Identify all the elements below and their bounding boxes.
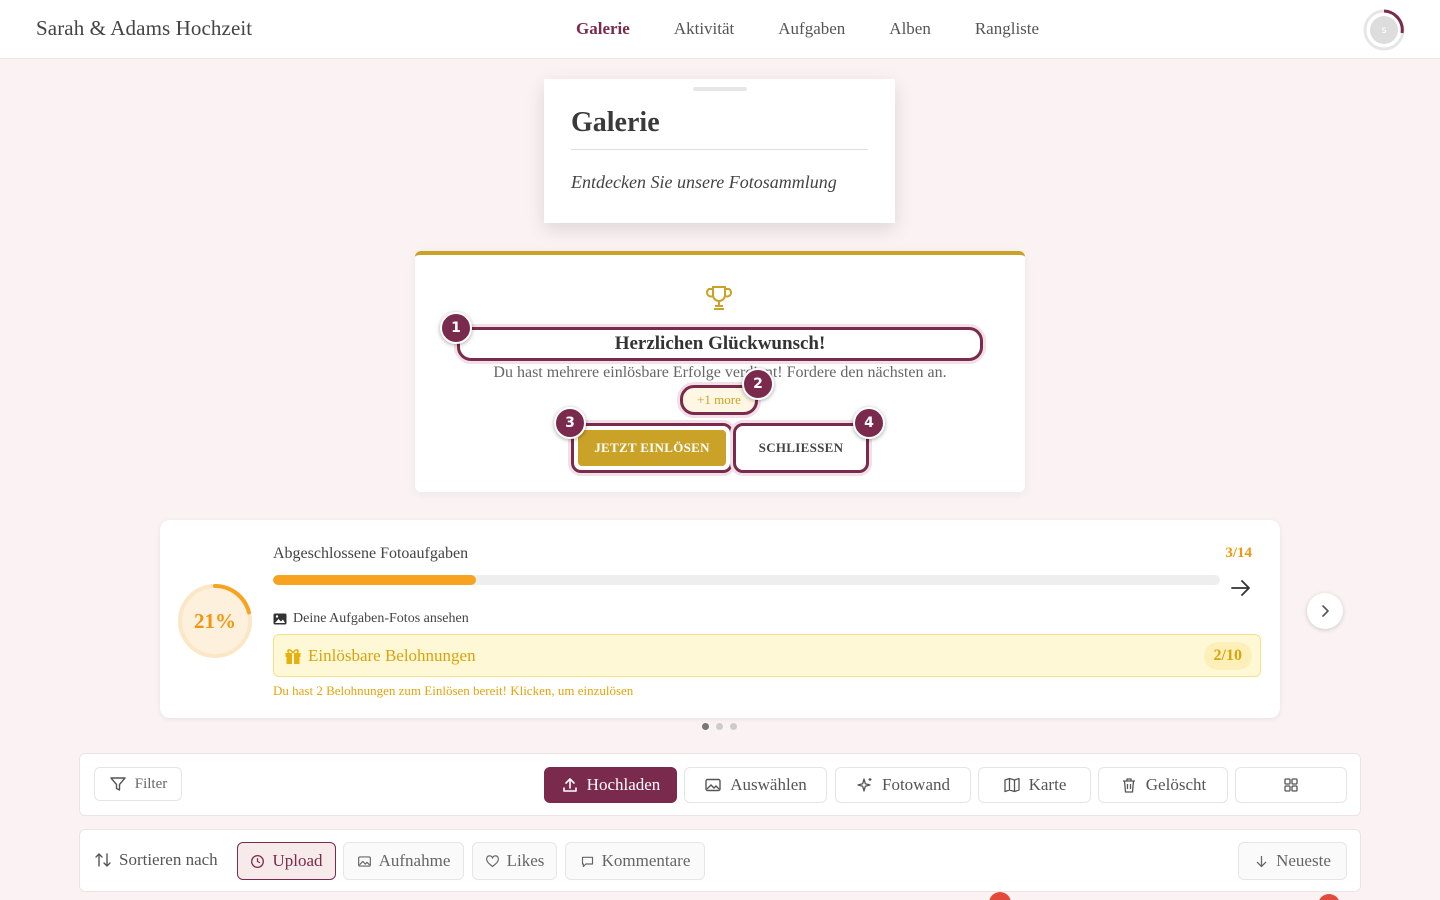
sort-capture-label: Aufnahme — [378, 851, 451, 870]
map-icon — [1003, 777, 1020, 793]
image-icon — [273, 613, 287, 625]
page-title: Galerie — [571, 107, 660, 138]
filter-label: Filter — [134, 775, 168, 792]
trophy-icon — [706, 286, 732, 310]
redeemable-rewards-box[interactable]: Einlösbare Belohnungen 2/10 — [273, 634, 1261, 677]
arrow-right-icon[interactable] — [1229, 576, 1253, 600]
carousel-dot-1[interactable] — [702, 723, 709, 730]
image-icon — [357, 855, 371, 867]
progress-count: 3/14 — [1225, 545, 1252, 561]
heart-icon — [485, 854, 499, 867]
upload-button[interactable]: Hochladen — [544, 767, 677, 803]
annotation-marker-2: 2 — [742, 368, 774, 400]
map-button[interactable]: Karte — [978, 767, 1091, 803]
image-icon — [705, 778, 721, 792]
congratulations-card: Herzlichen Glückwunsch! Du hast mehrere … — [415, 251, 1025, 492]
user-avatar-button[interactable]: s — [1362, 8, 1406, 52]
gift-icon — [285, 649, 301, 664]
annotation-marker-1: 1 — [440, 312, 472, 344]
nav-item-rangliste[interactable]: Rangliste — [975, 19, 1039, 39]
sort-order-button[interactable]: Neueste — [1238, 842, 1347, 880]
rewards-note[interactable]: Du hast 2 Belohnungen zum Einlösen berei… — [273, 683, 633, 699]
nav-item-aufgaben[interactable]: Aufgaben — [778, 19, 845, 39]
brand-title[interactable]: Sarah & Adams Hochzeit — [36, 16, 252, 41]
progress-bar — [273, 575, 1220, 585]
nav-links: Galerie Aktivität Aufgaben Alben Ranglis… — [576, 19, 1039, 39]
congratulations-text: Du hast mehrere einlösbare Erfolge verdi… — [493, 364, 947, 381]
sort-order-label: Neueste — [1276, 851, 1331, 870]
photowall-button[interactable]: Fotowand — [835, 767, 971, 803]
sort-label: Sortieren nach — [94, 850, 218, 870]
annotation-marker-3: 3 — [554, 407, 586, 439]
notification-dot — [989, 892, 1011, 900]
filter-button[interactable]: Filter — [94, 767, 182, 801]
progress-label: Abgeschlossene Fotoaufgaben — [273, 545, 469, 562]
nav-item-aktivitaet[interactable]: Aktivität — [674, 19, 734, 39]
page-subtitle: Entdecken Sie unsere Fotosammlung — [571, 172, 837, 192]
sort-label-text: Sortieren nach — [119, 850, 218, 869]
progress-bar-fill — [273, 575, 476, 585]
sort-bar: Sortieren nach Upload Aufnahme Likes Kom… — [79, 829, 1361, 892]
sort-upload-button[interactable]: Upload — [237, 842, 336, 880]
rewards-count-badge: 2/10 — [1203, 642, 1252, 670]
gallery-toolbar: Filter Hochladen Auswählen Fotowand Kart… — [79, 753, 1361, 816]
sort-capture-button[interactable]: Aufnahme — [343, 842, 464, 880]
select-label: Auswählen — [730, 775, 807, 794]
redeem-now-button[interactable]: JETZT EINLÖSEN — [571, 423, 733, 473]
card-tab-decoration — [693, 87, 747, 91]
filter-icon — [110, 777, 126, 791]
top-nav: Sarah & Adams Hochzeit Galerie Aktivität… — [0, 0, 1440, 59]
arrow-down-icon — [1256, 855, 1267, 867]
photowall-label: Fotowand — [882, 775, 950, 794]
upload-label: Hochladen — [586, 775, 661, 794]
sparkles-icon — [857, 778, 872, 792]
grid-icon — [1284, 778, 1298, 792]
map-label: Karte — [1028, 775, 1067, 794]
task-photos-link-label: Deine Aufgaben-Fotos ansehen — [293, 611, 469, 626]
redeem-now-label: JETZT EINLÖSEN — [578, 430, 726, 466]
carousel-dot-2[interactable] — [716, 723, 723, 730]
sort-comments-button[interactable]: Kommentare — [565, 842, 705, 880]
progress-percent: 21% — [194, 608, 236, 633]
sort-likes-button[interactable]: Likes — [472, 842, 557, 880]
notification-dot — [1318, 894, 1340, 900]
sort-comments-label: Kommentare — [601, 851, 691, 870]
clock-icon — [251, 854, 265, 868]
chevron-right-icon — [1322, 605, 1329, 617]
carousel-next-button[interactable] — [1307, 593, 1343, 629]
annotation-marker-4: 4 — [853, 407, 885, 439]
congratulations-title: Herzlichen Glückwunsch! — [457, 327, 983, 361]
gallery-header-card: Galerie Entdecken Sie unsere Fotosammlun… — [544, 79, 895, 223]
comment-icon — [581, 856, 593, 867]
divider — [571, 149, 868, 150]
rewards-label: Einlösbare Belohnungen — [308, 646, 476, 665]
sort-likes-label: Likes — [506, 851, 545, 870]
deleted-button[interactable]: Gelöscht — [1098, 767, 1228, 803]
upload-icon — [562, 778, 577, 792]
task-photos-link[interactable]: Deine Aufgaben-Fotos ansehen — [273, 611, 469, 627]
trash-icon — [1122, 778, 1135, 793]
sort-arrows-icon — [95, 853, 111, 867]
nav-item-galerie[interactable]: Galerie — [576, 19, 630, 39]
deleted-label: Gelöscht — [1145, 775, 1207, 794]
sort-upload-label: Upload — [272, 851, 323, 870]
nav-item-alben[interactable]: Alben — [889, 19, 931, 39]
select-button[interactable]: Auswählen — [684, 767, 827, 803]
avatar: s — [1370, 16, 1398, 44]
close-button[interactable]: SCHLIESSEN — [733, 423, 869, 473]
grid-view-button[interactable] — [1235, 767, 1347, 803]
carousel-dots — [702, 723, 737, 730]
carousel-dot-3[interactable] — [730, 723, 737, 730]
progress-card: 21% Abgeschlossene Fotoaufgaben 3/14 Dei… — [160, 520, 1280, 718]
